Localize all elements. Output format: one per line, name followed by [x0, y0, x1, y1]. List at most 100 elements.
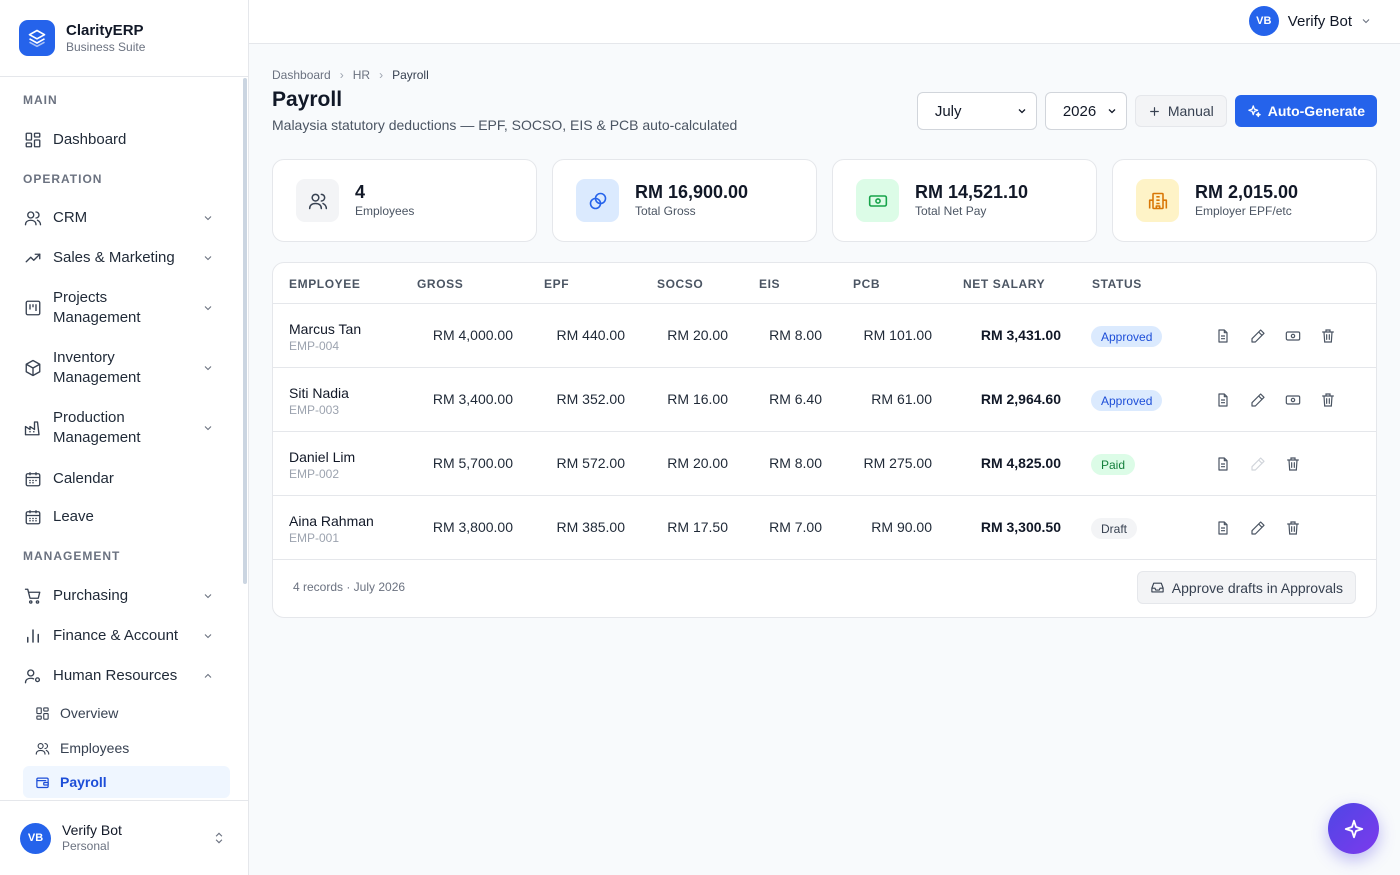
pencil-icon[interactable]	[1249, 519, 1267, 537]
sidebar-item-leave[interactable]: Leave	[23, 507, 230, 527]
inbox-icon	[1150, 580, 1165, 595]
sidebar-item-hr[interactable]: Human Resources	[23, 666, 230, 686]
sidebar-subitem-employees[interactable]: Employees	[23, 732, 230, 764]
banknote-icon[interactable]	[1284, 327, 1302, 345]
pencil-icon[interactable]	[1249, 327, 1267, 345]
sidebar-item-projects[interactable]: Projects Management	[23, 288, 230, 328]
eis-value: RM 8.00	[769, 327, 822, 343]
plus-icon	[1148, 105, 1161, 118]
user-menu[interactable]: VB Verify Bot Personal	[0, 800, 248, 875]
stat-label: Total Gross	[635, 204, 696, 218]
brand[interactable]: ClarityERP Business Suite	[0, 0, 248, 77]
status-badge: Approved	[1091, 390, 1163, 411]
col-epf: EPF	[544, 277, 570, 291]
sidebar-subitem-payroll[interactable]: Payroll	[23, 766, 230, 798]
file-text-icon[interactable]	[1214, 455, 1232, 473]
page-title: Payroll	[272, 88, 343, 111]
sidebar-item-dashboard[interactable]: Dashboard	[23, 130, 230, 150]
status-badge: Paid	[1091, 454, 1136, 475]
stat-label: Total Net Pay	[915, 204, 987, 218]
sidebar-scrollbar[interactable]	[243, 78, 247, 584]
bar-chart-icon	[23, 626, 43, 646]
sidebar-subitem-overview[interactable]: Overview	[23, 697, 230, 729]
kanban-icon	[23, 298, 43, 318]
manual-button[interactable]: Manual	[1134, 95, 1227, 127]
breadcrumb-hr[interactable]: HR	[353, 68, 370, 82]
sidebar-item-inventory[interactable]: Inventory Management	[23, 348, 230, 388]
stat-value: RM 2,015.00	[1195, 182, 1299, 202]
sidebar-item-label: Projects Management	[53, 288, 202, 328]
ai-assistant-button[interactable]	[1328, 803, 1379, 854]
sidebar-item-crm[interactable]: CRM	[23, 208, 230, 228]
grid-icon	[35, 705, 51, 721]
socso-value: RM 16.00	[667, 391, 728, 407]
approve-drafts-label: Approve drafts in Approvals	[1171, 579, 1343, 596]
pencil-icon[interactable]	[1249, 391, 1267, 409]
file-text-icon[interactable]	[1214, 391, 1232, 409]
col-gross: GROSS	[417, 277, 464, 291]
top-user-menu[interactable]: VB Verify Bot	[1248, 6, 1372, 36]
trash-icon[interactable]	[1284, 455, 1302, 473]
users-icon	[35, 740, 51, 756]
auto-generate-button[interactable]: Auto-Generate	[1234, 95, 1377, 127]
trash-icon[interactable]	[1319, 327, 1337, 345]
banknote-icon	[856, 179, 899, 222]
table-row[interactable]: Marcus Tan EMP-004 RM 4,000.00 RM 440.00…	[273, 304, 1376, 368]
employee-id: EMP-002	[289, 467, 340, 481]
chevron-up-icon	[202, 669, 216, 683]
auto-generate-label: Auto-Generate	[1267, 103, 1365, 119]
eis-value: RM 7.00	[769, 519, 822, 535]
chevron-down-icon	[202, 361, 216, 375]
col-socso: SOCSO	[657, 277, 704, 291]
sidebar-item-purchasing[interactable]: Purchasing	[23, 586, 230, 606]
page-subtitle: Malaysia statutory deductions — EPF, SOC…	[272, 117, 738, 133]
employee-id: EMP-003	[289, 403, 340, 417]
banknote-icon[interactable]	[1284, 391, 1302, 409]
calendar-icon	[23, 469, 43, 489]
stat-value: RM 16,900.00	[635, 182, 749, 202]
net-salary-value: RM 3,300.50	[980, 519, 1061, 535]
breadcrumb-dashboard[interactable]: Dashboard	[272, 68, 331, 82]
records-info: 4 records · July 2026	[293, 580, 406, 594]
label-line-1: Production	[53, 409, 125, 426]
manual-label: Manual	[1167, 103, 1214, 119]
month-select[interactable]: July	[916, 92, 1037, 130]
box-icon	[23, 358, 43, 378]
brand-subtitle: Business Suite	[66, 40, 146, 54]
net-salary-value: RM 3,431.00	[980, 327, 1061, 343]
sidebar-item-label: Finance & Account	[53, 627, 179, 644]
coins-icon	[576, 179, 619, 222]
sidebar-item-finance[interactable]: Finance & Account	[23, 626, 230, 646]
approve-drafts-button[interactable]: Approve drafts in Approvals	[1136, 571, 1356, 604]
label-line-2: Management	[53, 369, 141, 386]
chevron-right-icon: ›	[379, 68, 384, 82]
layers-logo-icon	[19, 20, 55, 56]
socso-value: RM 20.00	[667, 455, 728, 471]
sidebar-item-production[interactable]: Production Management	[23, 408, 230, 448]
table-row[interactable]: Daniel Lim EMP-002 RM 5,700.00 RM 572.00…	[273, 432, 1376, 496]
file-text-icon[interactable]	[1214, 327, 1232, 345]
trash-icon[interactable]	[1319, 391, 1337, 409]
stat-label: Employees	[355, 204, 415, 218]
year-select[interactable]: 2026	[1044, 92, 1127, 130]
stat-card-employees: 4 Employees	[272, 159, 537, 242]
file-text-icon[interactable]	[1214, 519, 1232, 537]
grid-icon	[23, 130, 43, 150]
stat-card-gross: RM 16,900.00 Total Gross	[552, 159, 817, 242]
breadcrumb-current: Payroll	[392, 68, 429, 82]
chevron-down-icon	[202, 421, 216, 435]
sidebar-item-calendar[interactable]: Calendar	[23, 469, 230, 489]
table-row[interactable]: Siti Nadia EMP-003 RM 3,400.00 RM 352.00…	[273, 368, 1376, 432]
pcb-value: RM 275.00	[863, 455, 932, 471]
users-icon	[23, 208, 43, 228]
trash-icon[interactable]	[1284, 519, 1302, 537]
table-row[interactable]: Aina Rahman EMP-001 RM 3,800.00 RM 385.0…	[273, 496, 1376, 560]
chevron-down-icon	[1016, 105, 1028, 117]
payroll-controls: July 2026 Manual Auto-Generate	[916, 92, 1377, 130]
stat-label: Employer EPF/etc	[1195, 204, 1292, 218]
chevron-down-icon	[202, 301, 216, 315]
section-main: MAIN	[23, 93, 58, 107]
sidebar-item-sales[interactable]: Sales & Marketing	[23, 248, 230, 268]
col-employee: EMPLOYEE	[289, 277, 361, 291]
brand-name: ClarityERP	[66, 22, 144, 39]
